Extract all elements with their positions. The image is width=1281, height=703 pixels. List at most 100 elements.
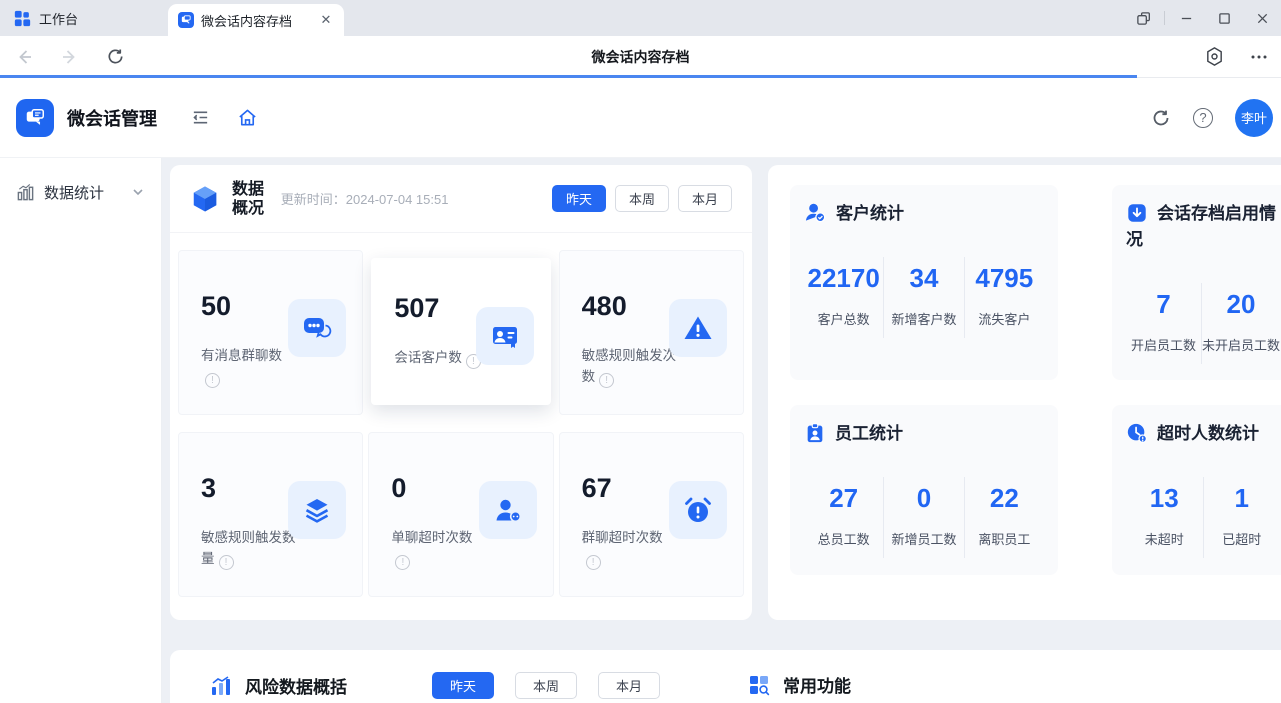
stat-value: 22	[965, 483, 1044, 514]
archive-stats-row: 7开启员工数 20未开启员工数	[1126, 283, 1280, 364]
stat-card-session-customers[interactable]: 507 会话客户数!	[371, 258, 550, 405]
chat-app-icon	[178, 12, 194, 28]
page-title: 微会话内容存档	[0, 47, 1281, 67]
sidebar-item-label: 数据统计	[44, 182, 104, 203]
stat-value: 13	[1126, 483, 1203, 514]
stat-value: 34	[884, 263, 963, 294]
settings-icon[interactable]	[1204, 46, 1225, 67]
avatar[interactable]: 李叶	[1235, 99, 1273, 137]
warning-triangle-icon	[669, 299, 727, 357]
stats-panel-container: 客户统计 22170客户总数 34新增客户数 4795流失客户	[768, 165, 1281, 620]
menu-fold-icon[interactable]	[191, 108, 210, 127]
tab-workbench[interactable]: 工作台	[0, 0, 168, 36]
employee-stats-row: 27总员工数 0新增员工数 22离职员工	[804, 477, 1044, 558]
stat-value: 4795	[965, 263, 1044, 294]
grid-search-icon	[748, 674, 770, 696]
sidebar-item-data-stats[interactable]: 数据统计	[0, 172, 161, 212]
tab-workbench-label: 工作台	[39, 9, 78, 28]
app-logo-icon	[16, 99, 54, 137]
main-scroll-area[interactable]: 数据概况 更新时间：2024-07-04 15:51 昨天 本周 本月 50 有…	[162, 158, 1281, 703]
risk-filters: 昨天 本周 本月	[432, 672, 660, 699]
stat-value: 22170	[804, 263, 883, 294]
more-icon[interactable]	[1249, 47, 1269, 67]
stat-label: 已超时	[1204, 529, 1281, 548]
reload-icon[interactable]	[106, 47, 125, 66]
stat-card-single-chat-timeout[interactable]: 0 单聊超时次数!	[368, 432, 553, 597]
overview-updated: 更新时间：2024-07-04 15:51	[281, 189, 449, 208]
filter-month-button[interactable]: 本月	[678, 185, 732, 212]
brand-title: 微会话管理	[67, 105, 157, 131]
stat-label: 未超时	[1126, 529, 1203, 548]
minimize-icon[interactable]	[1167, 0, 1205, 36]
forward-icon[interactable]	[60, 47, 80, 67]
stat-value: 27	[804, 483, 883, 514]
chevron-down-icon	[131, 185, 145, 199]
risk-data-header: 风险数据概括 昨天 本周 本月	[210, 672, 660, 699]
stat-label: 开启员工数	[1126, 335, 1201, 354]
archive-enable-card: 会话存档启用情况 7开启员工数 20未开启员工数	[1112, 185, 1281, 380]
stat-label: 总员工数	[804, 529, 883, 548]
tab-bar: 工作台 微会话内容存档 ✕	[0, 0, 1281, 36]
popout-icon[interactable]	[1124, 0, 1162, 36]
risk-filter-week-button[interactable]: 本周	[515, 672, 577, 699]
archive-enable-header: 会话存档启用情况	[1126, 201, 1280, 253]
stat-card-sensitive-times[interactable]: 480 敏感规则触发次数!	[559, 250, 744, 415]
close-icon[interactable]	[1243, 0, 1281, 36]
tab-archive[interactable]: 微会话内容存档 ✕	[168, 4, 344, 36]
risk-data-title: 风险数据概括	[245, 673, 347, 698]
stat-label: 客户总数	[804, 309, 883, 328]
stat-card-group-chats[interactable]: 50 有消息群聊数!	[178, 250, 363, 415]
common-features-title: 常用功能	[783, 672, 851, 697]
cube-icon	[190, 184, 220, 214]
back-icon[interactable]	[14, 47, 34, 67]
info-icon[interactable]: !	[219, 555, 234, 570]
info-icon[interactable]: !	[599, 373, 614, 388]
info-icon[interactable]: !	[395, 555, 410, 570]
window-controls	[1124, 0, 1281, 36]
employee-stats-card: 员工统计 27总员工数 0新增员工数 22离职员工	[790, 405, 1058, 575]
maximize-icon[interactable]	[1205, 0, 1243, 36]
stat-card-sensitive-count[interactable]: 3 敏感规则触发数量!	[178, 432, 363, 597]
archive-download-icon	[1126, 202, 1148, 224]
info-icon[interactable]: !	[586, 555, 601, 570]
person-chat-icon	[479, 481, 537, 539]
page-load-progress	[0, 75, 1137, 78]
stat-label: 离职员工	[965, 529, 1044, 548]
layers-icon	[288, 481, 346, 539]
stat-label: 流失客户	[965, 309, 1044, 328]
filter-yesterday-button[interactable]: 昨天	[552, 185, 606, 212]
nav-right	[1204, 46, 1281, 67]
timeout-stats-row: 13未超时 1已超时	[1126, 477, 1280, 558]
sidebar: 数据统计	[0, 158, 162, 703]
customer-stats-card: 客户统计 22170客户总数 34新增客户数 4795流失客户	[790, 185, 1058, 380]
group-chat-icon	[288, 299, 346, 357]
info-icon[interactable]: !	[205, 373, 220, 388]
filter-week-button[interactable]: 本周	[615, 185, 669, 212]
overview-header: 数据概况 更新时间：2024-07-04 15:51 昨天 本周 本月	[170, 165, 752, 233]
contact-card-icon	[476, 307, 534, 365]
customer-stats-row: 22170客户总数 34新增客户数 4795流失客户	[804, 257, 1044, 338]
risk-chart-icon	[210, 675, 232, 697]
home-icon[interactable]	[237, 107, 258, 128]
help-icon[interactable]: ?	[1193, 108, 1213, 128]
nav-bar: 微会话内容存档	[0, 36, 1281, 78]
overview-filters: 昨天 本周 本月	[552, 185, 732, 212]
risk-filter-yesterday-button[interactable]: 昨天	[432, 672, 494, 699]
overview-panel: 数据概况 更新时间：2024-07-04 15:51 昨天 本周 本月 50 有…	[170, 165, 752, 620]
tab-archive-label: 微会话内容存档	[201, 11, 292, 30]
stat-label: 新增员工数	[884, 529, 963, 548]
employee-badge-icon	[804, 422, 826, 444]
bottom-panel: 风险数据概括 昨天 本周 本月 常用功能	[170, 650, 1281, 703]
refresh-icon[interactable]	[1151, 108, 1171, 128]
tab-close-icon[interactable]: ✕	[318, 12, 334, 28]
risk-filter-month-button[interactable]: 本月	[598, 672, 660, 699]
stat-card-group-chat-timeout[interactable]: 67 群聊超时次数!	[559, 432, 744, 597]
stat-value: 20	[1202, 289, 1280, 320]
content-area: 数据统计 数据概况 更新时间：2024-07-04 15:51 昨天	[0, 158, 1281, 703]
workbench-grid-icon	[14, 10, 31, 27]
stat-label: 敏感规则触发数量!	[201, 527, 300, 570]
stat-value: 7	[1126, 289, 1201, 320]
customer-stats-header: 客户统计	[804, 201, 1044, 227]
timeout-stats-header: 超时人数统计	[1126, 421, 1280, 447]
timeout-clock-icon	[1126, 422, 1148, 444]
